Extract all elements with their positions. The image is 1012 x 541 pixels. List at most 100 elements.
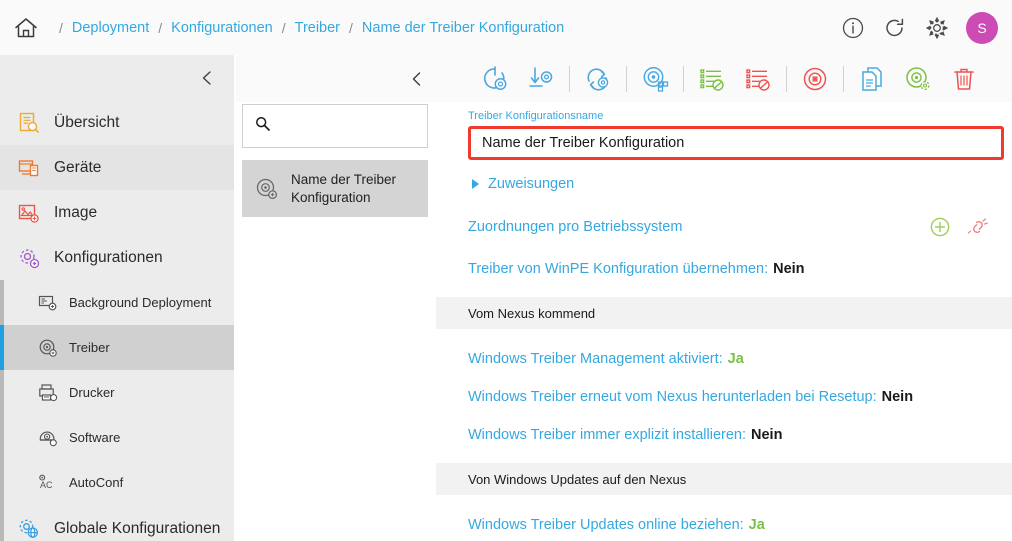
toolbar-separator bbox=[786, 65, 787, 92]
copy-documents-icon[interactable] bbox=[849, 62, 895, 96]
restore-driver-icon[interactable] bbox=[472, 62, 518, 96]
driver-disc-icon bbox=[36, 337, 60, 359]
online-updates-row: Windows Treiber Updates online beziehen:… bbox=[468, 517, 1004, 533]
name-field-label: Treiber Konfigurationsname bbox=[468, 110, 604, 122]
always-explicit-install-label: Windows Treiber immer explizit installie… bbox=[468, 427, 746, 443]
sidebar-collapse-button[interactable] bbox=[0, 55, 234, 100]
online-updates-value: Ja bbox=[748, 517, 765, 533]
assignments-expander-label: Zuweisungen bbox=[488, 176, 575, 192]
gear-icon[interactable] bbox=[924, 15, 950, 41]
sidebar: Übersicht Geräte Image Konfigurationen B… bbox=[0, 55, 234, 541]
global-configurations-icon bbox=[14, 516, 44, 541]
sidebar-item-label: Übersicht bbox=[54, 113, 120, 131]
sidebar-subitem-label: Background Deployment bbox=[69, 295, 212, 310]
breadcrumb-item-current[interactable]: Name der Treiber Konfiguration bbox=[362, 20, 564, 36]
delete-icon[interactable] bbox=[941, 62, 987, 96]
breadcrumb-item-konfigurationen[interactable]: Konfigurationen bbox=[171, 20, 273, 36]
sidebar-item-treiber[interactable]: Treiber bbox=[0, 325, 234, 370]
devices-icon bbox=[14, 155, 44, 181]
breadcrumb-separator: / bbox=[281, 19, 286, 36]
sidebar-item-geraete[interactable]: Geräte bbox=[0, 145, 234, 190]
section-header-nexus: Vom Nexus kommend bbox=[436, 297, 1012, 329]
winpe-inherit-value: Nein bbox=[773, 261, 805, 277]
software-disc-icon bbox=[36, 427, 60, 449]
broken-link-icon[interactable] bbox=[966, 215, 990, 239]
add-circle-icon[interactable] bbox=[928, 215, 952, 239]
back-button[interactable] bbox=[402, 70, 432, 88]
sidebar-item-globale-konfigurationen[interactable]: Globale Konfigurationen bbox=[0, 505, 234, 541]
image-icon bbox=[14, 200, 44, 226]
home-icon[interactable] bbox=[12, 14, 40, 42]
avatar[interactable]: S bbox=[966, 11, 998, 44]
sidebar-subitem-label: AutoConf bbox=[69, 475, 124, 490]
redownload-resetup-label: Windows Treiber erneut vom Nexus herunte… bbox=[468, 389, 877, 405]
sidebar-item-software[interactable]: Software bbox=[0, 415, 234, 460]
sidebar-item-image[interactable]: Image bbox=[0, 190, 234, 235]
list-item-label: Name der Treiber Konfiguration bbox=[291, 171, 397, 205]
always-explicit-install-value: Nein bbox=[751, 427, 783, 443]
driver-disc-icon bbox=[254, 177, 280, 201]
driver-package-icon[interactable] bbox=[632, 62, 678, 96]
background-deployment-icon bbox=[36, 292, 60, 314]
os-assignments-row: Zuordnungen pro Betriebssystem bbox=[468, 215, 1004, 239]
breadcrumb: / Deployment / Konfigurationen / Treiber… bbox=[0, 14, 564, 42]
sidebar-item-uebersicht[interactable]: Übersicht bbox=[0, 100, 234, 145]
breadcrumb-separator: / bbox=[59, 19, 63, 36]
svg-text:AC: AC bbox=[40, 480, 53, 490]
disable-list-icon[interactable] bbox=[735, 62, 781, 96]
sidebar-subitem-label: Treiber bbox=[69, 340, 110, 355]
overview-document-icon bbox=[14, 110, 44, 136]
sidebar-subitem-label: Software bbox=[69, 430, 121, 445]
driver-management-enabled-value: Ja bbox=[727, 351, 744, 367]
search-box[interactable] bbox=[242, 104, 428, 148]
winpe-inherit-row: Treiber von WinPE Konfiguration übernehm… bbox=[468, 261, 1004, 277]
toolbar-button-group bbox=[472, 62, 987, 96]
sidebar-item-label: Image bbox=[54, 203, 98, 221]
content-toolbar bbox=[236, 55, 1012, 102]
info-icon[interactable] bbox=[840, 15, 866, 41]
search-icon bbox=[255, 116, 270, 136]
sidebar-item-label: Geräte bbox=[54, 158, 102, 176]
sync-driver-icon[interactable] bbox=[575, 62, 621, 96]
driver-management-enabled-label: Windows Treiber Management aktiviert: bbox=[468, 351, 723, 367]
search-input[interactable] bbox=[279, 118, 419, 134]
redownload-resetup-row: Windows Treiber erneut vom Nexus herunte… bbox=[468, 389, 1004, 405]
os-assignments-label[interactable]: Zuordnungen pro Betriebssystem bbox=[468, 219, 682, 235]
refresh-icon[interactable] bbox=[882, 15, 908, 41]
sidebar-item-konfigurationen[interactable]: Konfigurationen bbox=[0, 235, 234, 280]
breadcrumb-separator: / bbox=[158, 19, 163, 36]
import-driver-icon[interactable] bbox=[518, 62, 564, 96]
driver-configuration-form: Treiber Konfigurationsname Zuweisungen Z… bbox=[436, 102, 1012, 541]
breadcrumb-item-deployment[interactable]: Deployment bbox=[72, 20, 149, 36]
sidebar-item-drucker[interactable]: Drucker bbox=[0, 370, 234, 415]
top-bar: / Deployment / Konfigurationen / Treiber… bbox=[0, 0, 1012, 55]
printer-icon bbox=[36, 382, 60, 404]
breadcrumb-separator: / bbox=[349, 19, 353, 36]
autoconf-icon: AC bbox=[36, 472, 60, 494]
toolbar-separator bbox=[843, 65, 844, 92]
toolbar-separator bbox=[626, 65, 627, 92]
breadcrumb-item-treiber[interactable]: Treiber bbox=[295, 20, 340, 36]
toolbar-separator bbox=[683, 65, 684, 92]
block-driver-icon[interactable] bbox=[792, 62, 838, 96]
toolbar-separator bbox=[569, 65, 570, 92]
sidebar-item-autoconf[interactable]: AC AutoConf bbox=[0, 460, 234, 505]
always-explicit-install-row: Windows Treiber immer explizit installie… bbox=[468, 427, 1004, 443]
sidebar-item-label: Konfigurationen bbox=[54, 248, 163, 266]
top-bar-actions: S bbox=[840, 0, 998, 55]
content-area: Treiber Konfigurationsname Zuweisungen Z… bbox=[236, 55, 1012, 541]
configurations-gear-icon bbox=[14, 245, 44, 271]
assignments-expander[interactable]: Zuweisungen bbox=[468, 176, 1004, 192]
redownload-resetup-value: Nein bbox=[881, 389, 914, 405]
sidebar-item-background-deployment[interactable]: Background Deployment bbox=[0, 280, 234, 325]
driver-management-enabled-row: Windows Treiber Management aktiviert: Ja bbox=[468, 351, 1004, 367]
sidebar-subitem-label: Drucker bbox=[69, 385, 115, 400]
os-assignments-actions bbox=[928, 215, 990, 239]
winpe-inherit-label: Treiber von WinPE Konfiguration übernehm… bbox=[468, 261, 769, 277]
enable-list-icon[interactable] bbox=[689, 62, 735, 96]
name-input[interactable] bbox=[468, 126, 1004, 160]
driver-settings-icon[interactable] bbox=[895, 62, 941, 96]
list-panel: Name der Treiber Konfiguration bbox=[234, 100, 436, 541]
online-updates-label: Windows Treiber Updates online beziehen: bbox=[468, 517, 744, 533]
list-item[interactable]: Name der Treiber Konfiguration bbox=[242, 160, 428, 217]
